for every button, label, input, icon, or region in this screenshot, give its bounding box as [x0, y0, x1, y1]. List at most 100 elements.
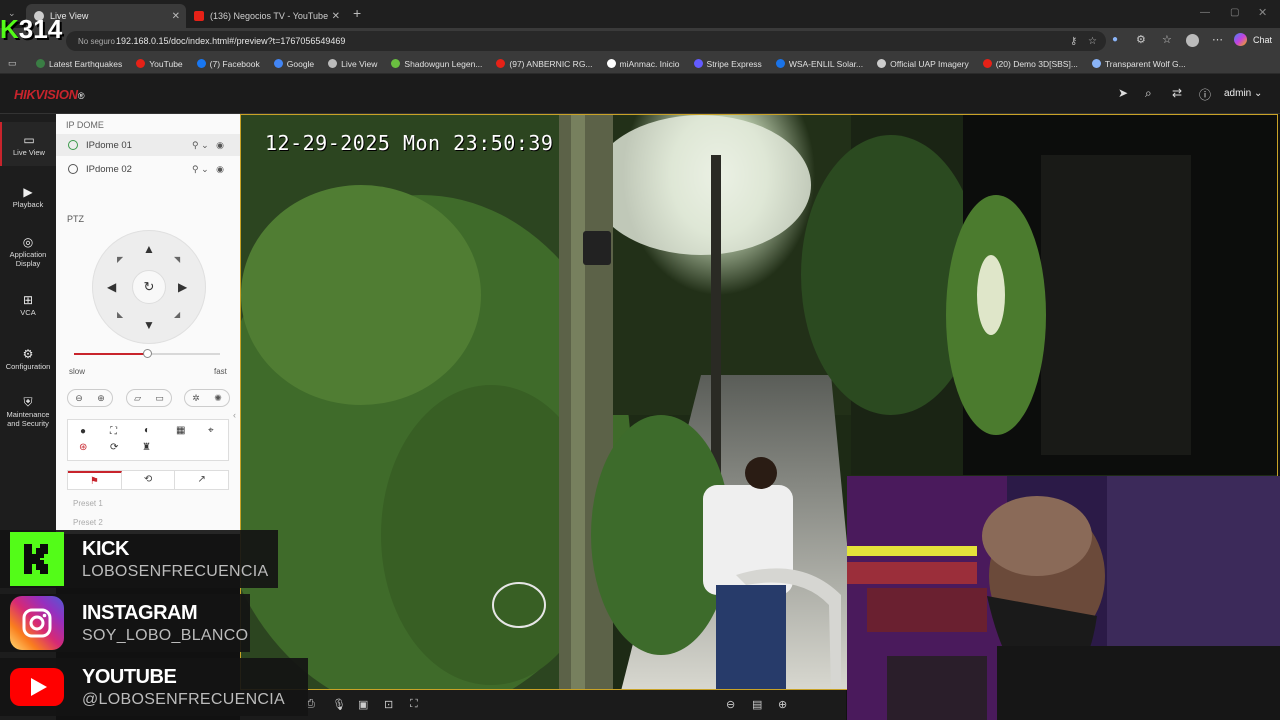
bookmark-favicon-icon	[775, 59, 785, 68]
restore-icon[interactable]: ▢	[1230, 7, 1239, 18]
prev-page-icon[interactable]: ⊖	[726, 698, 735, 711]
ptz-speed-knob[interactable]	[143, 349, 152, 358]
bookmark-list: Latest Earthquakes YouTube (7) Facebook Goo…	[36, 59, 1200, 69]
bookmark-item[interactable]: Transparent Wolf G...	[1091, 59, 1186, 69]
ptz-up-left-icon[interactable]: ◤	[117, 255, 123, 264]
bookmark-item[interactable]: (97) ANBERNIC RG...	[496, 59, 593, 69]
puzzle-icon[interactable]: ⚙	[1136, 33, 1146, 46]
zoom-out-icon[interactable]: ⊖	[75, 393, 83, 404]
iris-controls[interactable]: ✲ ✺	[184, 389, 230, 407]
collapse-panel-icon[interactable]: ‹	[233, 410, 236, 420]
nav-vca[interactable]: ⊞ VCA	[0, 294, 56, 317]
zoom-in-icon[interactable]: ⊕	[97, 393, 105, 404]
grid-icon[interactable]: ▦	[176, 425, 185, 436]
fullscreen-icon[interactable]: ⛶	[410, 698, 418, 711]
bookmark-item[interactable]: WSA-ENLIL Solar...	[775, 59, 863, 69]
wiper-icon[interactable]: ◐	[144, 425, 150, 436]
microphone-icon[interactable]: 🎙	[332, 698, 346, 711]
sidebar-toggle-icon[interactable]: ▭	[8, 58, 17, 69]
nav-configuration[interactable]: ⚙ Configuration	[0, 348, 56, 371]
device-item[interactable]: IPdome 01 ⚲ ⌄ ◉	[56, 134, 240, 156]
nav-live-view[interactable]: ▭ Live View	[0, 122, 56, 166]
key-icon[interactable]: ⚷	[1070, 36, 1077, 47]
ptz-left-icon[interactable]: ◀	[107, 280, 116, 294]
iris-open-icon[interactable]: ✺	[214, 393, 222, 404]
digital-zoom-icon[interactable]: ⊡	[384, 698, 393, 711]
user-menu[interactable]: admin ⌄	[1224, 88, 1262, 99]
url-field[interactable]: No seguro 192.168.0.15/doc/index.html#/p…	[66, 31, 1106, 51]
ptz-up-right-icon[interactable]: ◥	[174, 255, 180, 264]
close-tab-icon[interactable]: ✕	[172, 11, 180, 22]
bookmark-favicon-icon	[496, 59, 506, 68]
bookmark-item[interactable]: Google	[273, 59, 314, 69]
window-layout-icon[interactable]: ▤	[752, 698, 762, 711]
focus-near-icon[interactable]: ▱	[134, 393, 141, 404]
extension-icon[interactable]: ●	[1112, 34, 1118, 45]
preset-item[interactable]: Preset 2	[73, 518, 103, 527]
tab-patrol[interactable]: ⟲	[122, 471, 176, 489]
minimize-icon[interactable]: —	[1200, 7, 1210, 18]
nav-maintenance-security[interactable]: ⛨ Maintenance and Security	[0, 396, 56, 428]
tracking-icon[interactable]: ⌖	[208, 425, 214, 436]
bookmark-item[interactable]: (7) Facebook	[196, 59, 260, 69]
nav-playback[interactable]: ▶ Playback	[0, 186, 56, 209]
menu-icon[interactable]: ⋯	[1212, 33, 1223, 46]
tab-preset[interactable]: ⚑	[68, 471, 122, 489]
info-icon[interactable]: ⓘ	[1199, 86, 1211, 103]
tab-pattern[interactable]: ↗	[175, 471, 228, 489]
bookmark-item[interactable]: miAnmac. Inicio	[606, 59, 680, 69]
send-icon[interactable]: ➤	[1118, 86, 1128, 100]
park-icon[interactable]: ♜	[142, 442, 151, 453]
youtube-favicon-icon	[194, 11, 204, 21]
light-icon[interactable]: ●	[80, 426, 86, 437]
zoom-controls[interactable]: ⊖ ⊕	[67, 389, 113, 407]
bookmark-item[interactable]: YouTube	[136, 59, 183, 69]
security-label[interactable]: No seguro	[78, 37, 115, 46]
ptz-auto-scan-button[interactable]: ↻	[132, 270, 166, 304]
bookmark-item[interactable]: Shadowgun Legen...	[391, 59, 482, 69]
social-youtube: YOUTUBE @LOBOSENFRECUENCIA	[0, 658, 308, 716]
ptz-direction-wheel[interactable]: ▲ ▼ ◀ ▶ ◤ ◥ ◣ ◢ ↻	[92, 230, 206, 344]
ptz-down-left-icon[interactable]: ◣	[117, 310, 123, 319]
record-icon[interactable]: ▣	[358, 698, 368, 711]
profile-avatar[interactable]	[1186, 34, 1199, 47]
chat-icon[interactable]	[1234, 33, 1247, 46]
chat-button[interactable]: Chat	[1253, 35, 1272, 45]
focus-controls[interactable]: ▱ ▭	[126, 389, 172, 407]
device-controls-icon[interactable]: ⚲ ⌄ ◉	[192, 164, 224, 175]
bookmark-favicon-icon	[606, 59, 616, 68]
ptz-up-icon[interactable]: ▲	[143, 242, 155, 256]
preset-item[interactable]: Preset 1	[73, 499, 103, 508]
new-tab-button[interactable]: +	[353, 5, 361, 21]
viewer-counter: K314	[0, 14, 63, 44]
iris-close-icon[interactable]: ✲	[192, 393, 200, 404]
3d-positioning-icon[interactable]: ⛶	[110, 426, 117, 437]
bookmark-favicon-icon	[273, 59, 283, 68]
favorites-icon[interactable]: ☆	[1162, 33, 1172, 46]
bookmark-item[interactable]: Live View	[328, 59, 377, 69]
ptz-right-icon[interactable]: ▶	[178, 280, 187, 294]
bookmark-item[interactable]: (20) Demo 3D[SBS]...	[982, 59, 1078, 69]
close-tab-icon[interactable]: ✕	[332, 11, 340, 22]
close-window-icon[interactable]: ✕	[1258, 6, 1267, 19]
bookmark-favicon-icon	[136, 59, 146, 68]
device-controls-icon[interactable]: ⚲ ⌄ ◉	[192, 140, 224, 151]
ptz-down-right-icon[interactable]: ◢	[174, 310, 180, 319]
bookmark-item[interactable]: Stripe Express	[693, 59, 762, 69]
video-toolbar: ⎙ 🎙 ▣ ⊡ ⛶ ⊖ ▤ ⊕	[240, 690, 846, 720]
bookmark-star-icon[interactable]: ☆	[1088, 36, 1097, 47]
one-touch-icon[interactable]: ⟳	[110, 442, 118, 453]
next-page-icon[interactable]: ⊕	[778, 698, 787, 711]
bookmark-item[interactable]: Latest Earthquakes	[36, 59, 122, 69]
app-header: HIKVISION® ➤ ⌕ ⇄ ⓘ admin ⌄	[0, 74, 1280, 114]
share-icon[interactable]: ⇄	[1172, 86, 1182, 100]
focus-far-icon[interactable]: ▭	[155, 393, 164, 404]
ptz-speed-slider[interactable]	[74, 349, 220, 358]
nav-application-display[interactable]: ◎ Application Display	[0, 236, 56, 268]
ptz-down-icon[interactable]: ▼	[143, 318, 155, 332]
manual-tracking-icon[interactable]: ⊛	[79, 442, 87, 453]
bookmark-item[interactable]: Official UAP Imagery	[877, 59, 969, 69]
tab-youtube[interactable]: (136) Negocios TV - YouTube ✕	[186, 4, 346, 28]
device-item[interactable]: IPdome 02 ⚲ ⌄ ◉	[56, 158, 240, 180]
search-icon[interactable]: ⌕	[1145, 86, 1152, 101]
